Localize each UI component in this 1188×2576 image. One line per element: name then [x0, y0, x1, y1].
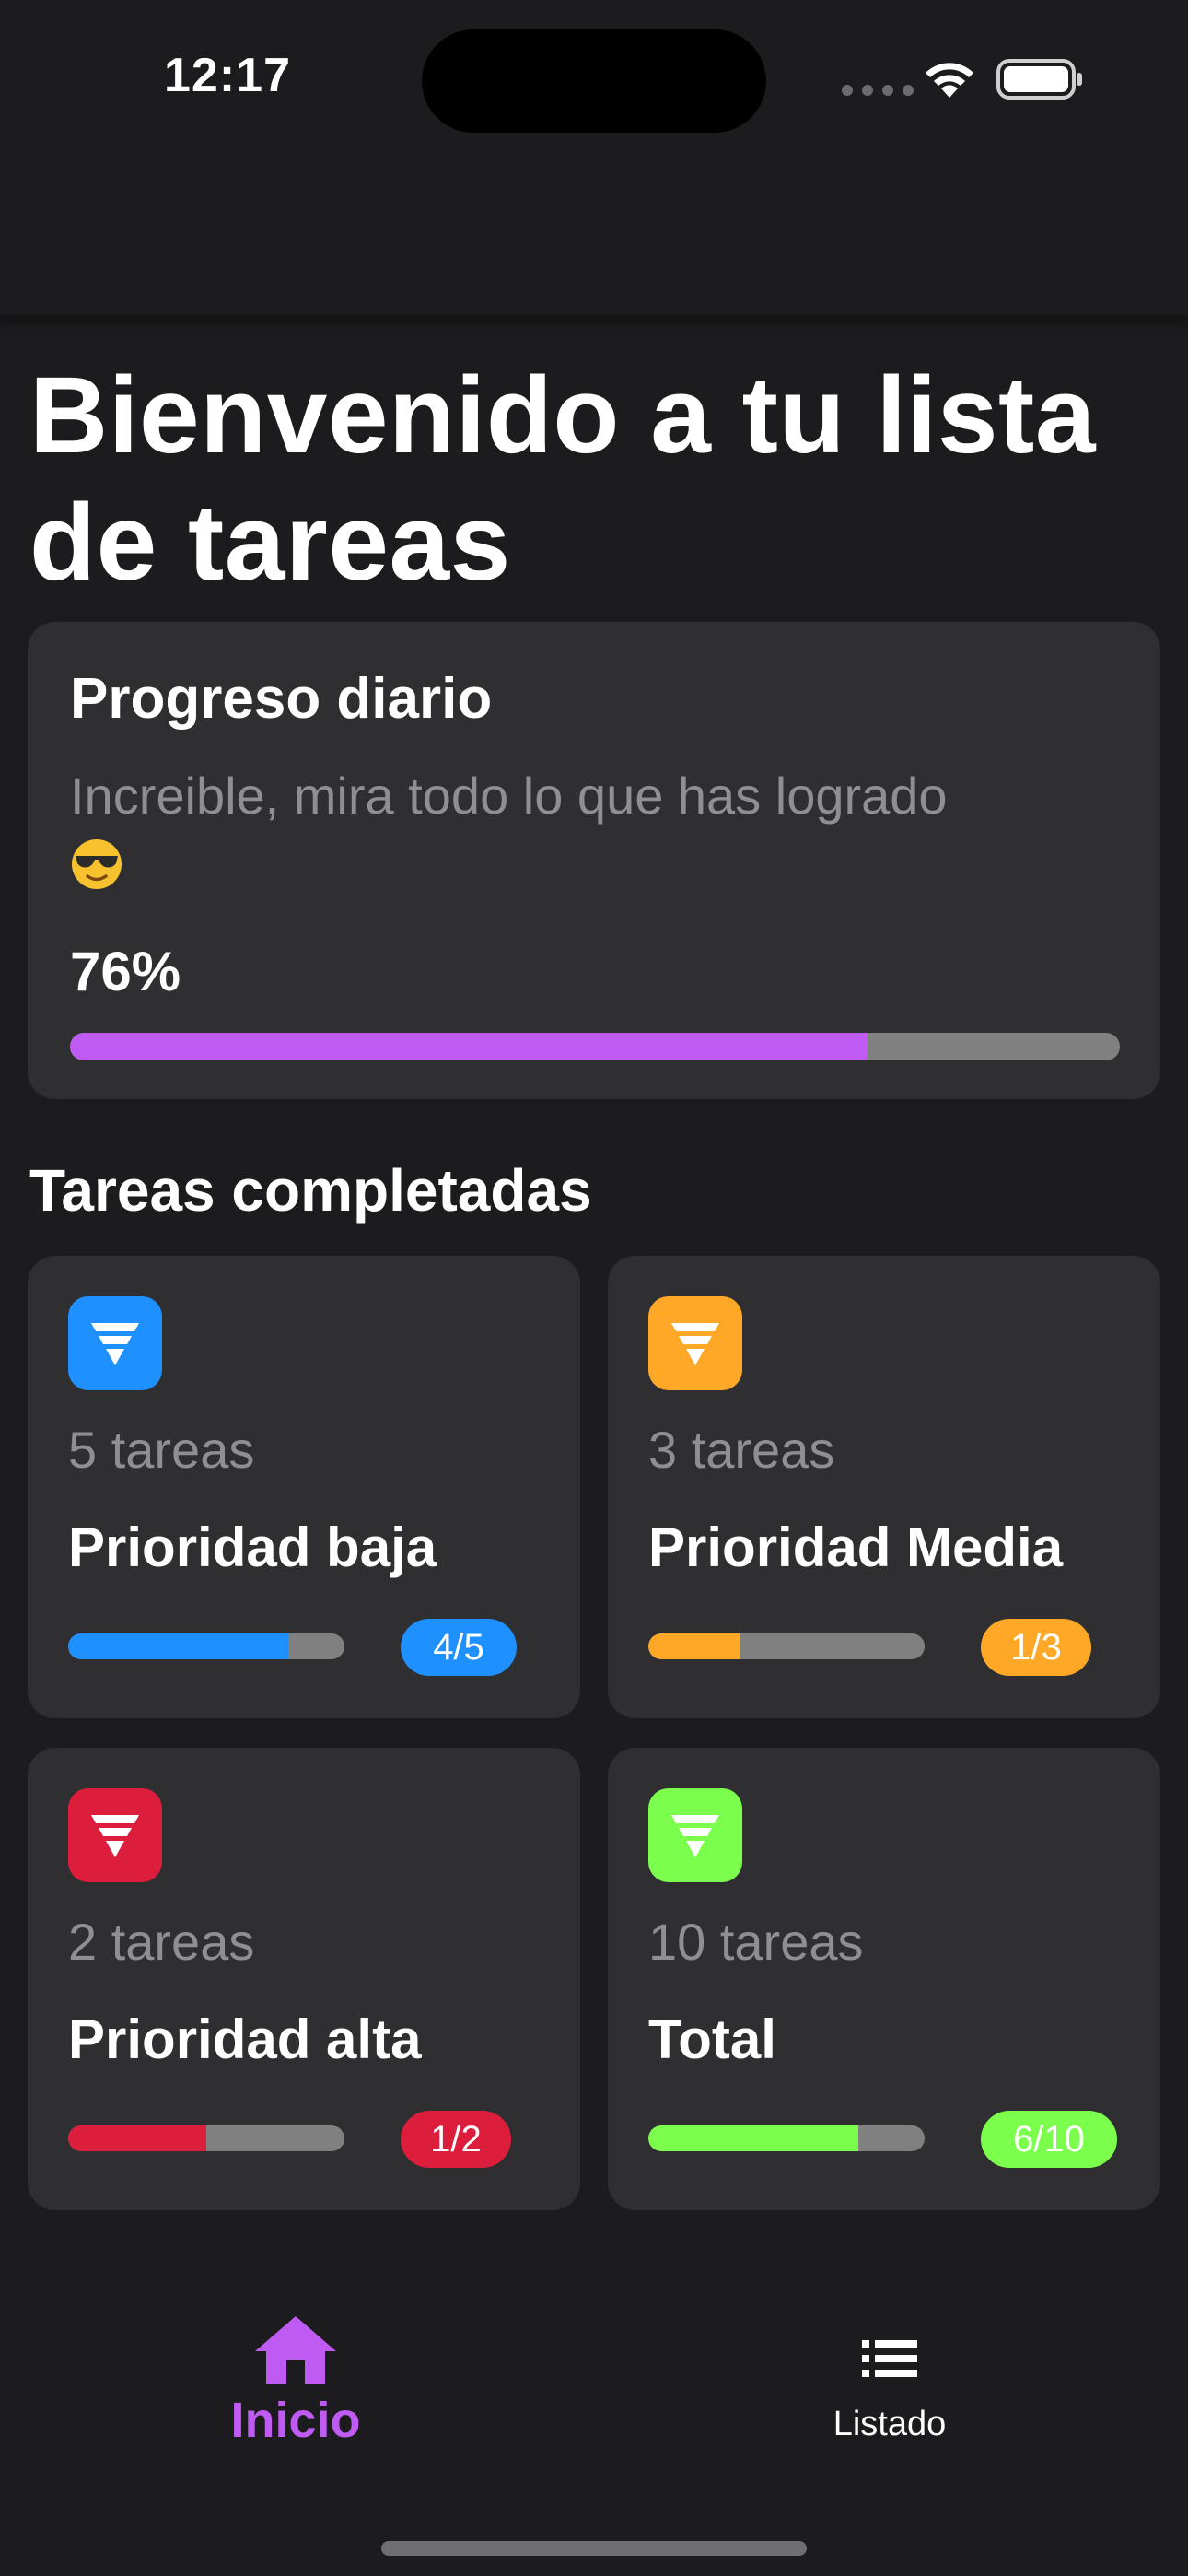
stat-label: Prioridad baja — [68, 1516, 437, 1578]
stat-progress-fill — [68, 1633, 289, 1659]
stat-icon-box — [68, 1788, 162, 1882]
nav-item-inicio[interactable]: Inicio — [111, 2313, 480, 2478]
funnel-icon — [671, 1815, 719, 1857]
funnel-icon — [671, 1323, 719, 1365]
stat-progress-bar — [68, 1633, 344, 1659]
status-time: 12:17 — [164, 49, 291, 102]
progress-percent: 76% — [70, 941, 181, 1002]
stat-card-low-priority[interactable]: 5 tareas Prioridad baja 4/5 — [28, 1256, 580, 1718]
daily-progress-bar — [70, 1033, 1120, 1060]
battery-icon — [996, 59, 1082, 100]
stat-count: 2 tareas — [68, 1913, 255, 1971]
funnel-icon — [91, 1815, 139, 1857]
daily-progress-fill — [70, 1033, 868, 1060]
stat-badge: 1/2 — [401, 2111, 511, 2168]
sunglasses-emoji-icon — [72, 839, 122, 889]
stat-icon-box — [648, 1788, 742, 1882]
home-indicator — [381, 2541, 807, 2556]
progress-subtitle: Increible, mira todo lo que has logrado — [70, 760, 1120, 904]
stat-label: Total — [648, 2008, 776, 2070]
page-title: Bienvenido a tu lista de tareas — [29, 355, 1096, 603]
stat-badge: 4/5 — [401, 1619, 517, 1676]
stat-card-high-priority[interactable]: 2 tareas Prioridad alta 1/2 — [28, 1748, 580, 2210]
dynamic-island — [422, 29, 766, 133]
home-icon — [255, 2316, 336, 2384]
stat-progress-fill — [648, 2125, 858, 2151]
list-icon — [862, 2340, 917, 2377]
stat-count: 5 tareas — [68, 1421, 255, 1479]
stat-icon-box — [68, 1296, 162, 1390]
progress-title: Progreso diario — [70, 667, 493, 731]
stat-progress-bar — [648, 2125, 925, 2151]
stat-label: Prioridad Media — [648, 1516, 1064, 1578]
nav-item-label: Listado — [833, 2405, 947, 2443]
wifi-icon — [926, 63, 973, 98]
stat-progress-bar — [648, 1633, 925, 1659]
stat-progress-bar — [68, 2125, 344, 2151]
stat-card-medium-priority[interactable]: 3 tareas Prioridad Media 1/3 — [608, 1256, 1160, 1718]
nav-item-label: Inicio — [230, 2393, 361, 2448]
stat-icon-box — [648, 1296, 742, 1390]
stat-label: Prioridad alta — [68, 2008, 422, 2070]
stat-count: 10 tareas — [648, 1913, 864, 1971]
stat-progress-fill — [68, 2125, 206, 2151]
stat-card-total[interactable]: 10 tareas Total 6/10 — [608, 1748, 1160, 2210]
stat-badge: 1/3 — [981, 1619, 1091, 1676]
section-title: Tareas completadas — [29, 1157, 592, 1224]
cellular-signal-icon — [842, 85, 914, 96]
progress-subtitle-text: Increible, mira todo lo que has logrado — [70, 767, 948, 825]
nav-item-listado[interactable]: Listado — [705, 2313, 1074, 2478]
daily-progress-card: Progreso diario Increible, mira todo lo … — [28, 622, 1160, 1099]
stat-badge: 6/10 — [981, 2111, 1117, 2168]
stat-count: 3 tareas — [648, 1421, 835, 1479]
top-app-bar: 12:17 — [0, 0, 1188, 318]
bottom-navigation: Inicio Listado — [0, 2257, 1188, 2576]
funnel-icon — [91, 1323, 139, 1365]
stat-progress-fill — [648, 1633, 740, 1659]
